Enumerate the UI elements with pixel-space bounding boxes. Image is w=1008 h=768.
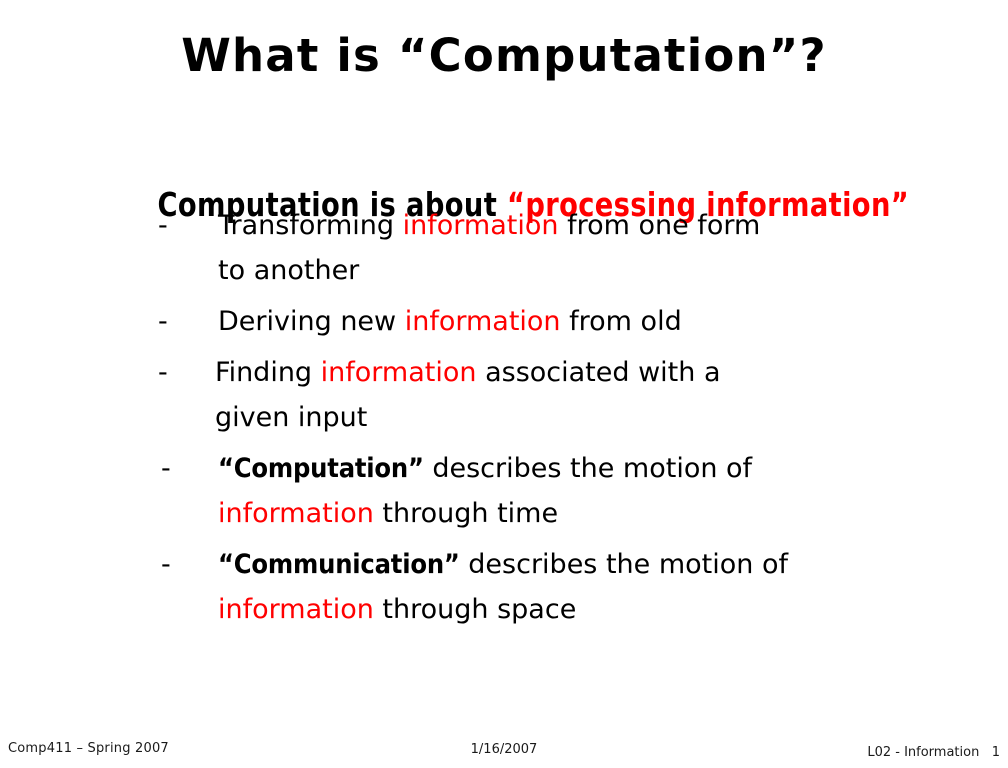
bullet-text: describes the motion of [423,453,753,484]
bullet-text: Finding [215,357,321,388]
bullet-keyword: information [320,357,477,388]
bullet-text: through time [373,498,559,529]
bullet-list: - Transforming information from one form… [158,203,988,638]
bullet-keyword: information [218,498,374,529]
list-item: - “Communication” describes the motion o… [158,542,988,632]
bullet-text: Deriving new [218,306,405,337]
bullet-marker: - [161,549,171,580]
bullet-line: Transforming information from one form [218,203,988,248]
bullet-text: to another [218,255,360,286]
bullet-keyword: information [402,210,559,241]
bullet-line: given input [215,395,988,440]
bullet-text: describes the motion of [459,549,788,580]
bullet-text: from one form [558,210,761,241]
bullet-marker: - [158,357,168,388]
bullet-text: associated with a [476,357,721,388]
bullet-line: Deriving new information from old [218,299,988,344]
list-item: - “Computation” describes the motion of … [158,446,988,536]
list-item: - Transforming information from one form… [158,203,988,293]
bullet-text: Transforming [218,210,403,241]
bullet-line: to another [218,248,988,293]
bullet-line: Finding information associated with a [215,350,988,395]
bullet-keyword: information [404,306,561,337]
bullet-line: information through time [218,491,988,536]
bullet-text: through space [373,594,577,625]
bullet-term: “Computation” [218,453,424,484]
bullet-line: information through space [218,587,988,632]
bullet-marker: - [158,306,168,337]
bullet-keyword: information [218,594,374,625]
slide-title: What is “Computation”? [181,29,827,82]
slide-canvas: What is “Computation”? Computation is ab… [0,0,1008,768]
list-item: - Deriving new information from old [158,299,988,344]
bullet-marker: - [161,453,171,484]
bullet-line: “Communication” describes the motion of [218,542,988,587]
footer-lecture-and-page: L02 - Information 1 [867,745,1000,760]
bullet-term: “Communication” [218,549,460,580]
bullet-marker: - [158,210,168,241]
footer-date: 1/16/2007 [470,742,538,757]
list-item: - Finding information associated with a … [158,350,988,440]
bullet-text: given input [215,402,368,433]
bullet-text: from old [560,306,682,337]
bullet-line: “Computation” describes the motion of [218,446,988,491]
